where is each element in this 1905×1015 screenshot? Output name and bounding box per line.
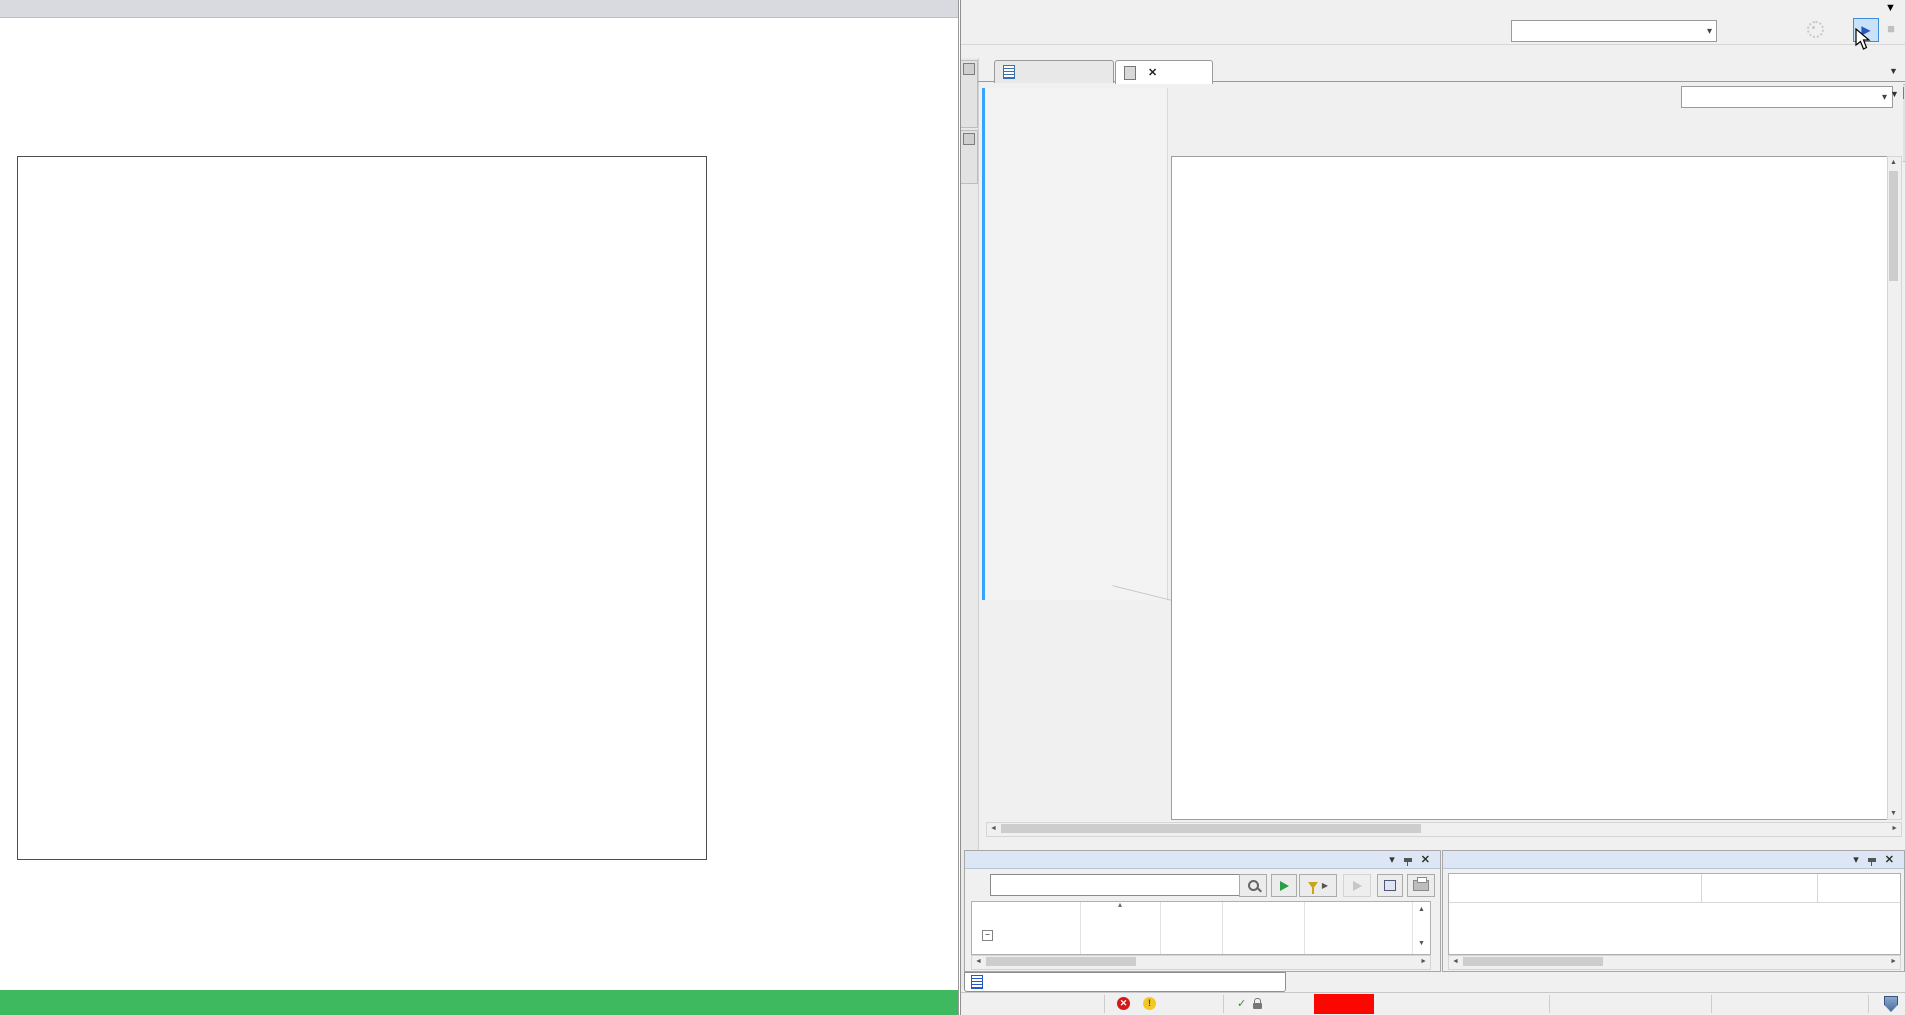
- statusbar: ✕ ! ✓: [961, 992, 1905, 1015]
- log-vertical-scrollbar[interactable]: ▲ ▼: [1887, 156, 1902, 820]
- mqtt-engine-client-window: [0, 0, 959, 1015]
- log-table: [1171, 156, 1889, 820]
- crossref-search-input[interactable]: [990, 874, 1244, 896]
- stop-icon: ■: [1887, 21, 1895, 36]
- close-icon[interactable]: ✕: [1421, 853, 1430, 866]
- scroll-left-icon[interactable]: ◄: [990, 825, 997, 832]
- chevron-down-icon: ▾: [1882, 92, 1887, 103]
- jump-button[interactable]: [1343, 874, 1371, 897]
- scroll-right-icon[interactable]: ►: [1891, 825, 1898, 832]
- search-icon: [1248, 880, 1259, 891]
- watch-panel: ▾ ✕ ◄ ►: [1442, 850, 1905, 972]
- scrollbar-thumb[interactable]: [1889, 171, 1898, 281]
- left-menubar: [0, 0, 958, 18]
- dock-tab-devices[interactable]: [961, 60, 978, 128]
- panel-icon: [1384, 880, 1396, 891]
- scroll-down-icon[interactable]: ▼: [1418, 940, 1425, 947]
- components-filter-combo[interactable]: ▾: [1681, 86, 1893, 108]
- filter-overflow-chevron-icon[interactable]: ▼: [1890, 89, 1899, 99]
- sort-asc-icon: ▴: [1118, 900, 1122, 909]
- search-button[interactable]: [1239, 874, 1267, 897]
- warning-icon: !: [1143, 997, 1156, 1010]
- tree-collapse-icon[interactable]: −: [982, 930, 993, 941]
- error-icon: ✕: [1117, 997, 1130, 1010]
- close-icon[interactable]: ✕: [1885, 853, 1894, 866]
- watch-table: [1448, 873, 1901, 955]
- close-icon[interactable]: ✕: [1148, 66, 1157, 79]
- green-arrow-icon: [1280, 881, 1289, 891]
- crossref-horizontal-scrollbar[interactable]: ◄ ►: [971, 955, 1431, 970]
- mouse-cursor: [1855, 28, 1873, 52]
- cross-reference-table: ▴ ▲ ▼ −: [971, 901, 1431, 955]
- device-sidebar: [985, 88, 1168, 600]
- status-build: ✕ !: [1113, 997, 1165, 1010]
- chevron-down-icon[interactable]: ▾: [1853, 853, 1859, 866]
- chevron-right-icon: ▶: [1322, 881, 1328, 890]
- codesys-window: ▼ ▾ ✕ ▶ ■: [960, 0, 1905, 1015]
- pous-icon: [963, 133, 975, 145]
- left-dock-strip: [961, 58, 979, 988]
- cross-reference-titlebar: ▾ ✕: [965, 851, 1440, 869]
- go-button[interactable]: [1271, 874, 1297, 897]
- cross-reference-panel: ▾ ✕ ▶ ▴: [964, 850, 1441, 972]
- devices-icon: [963, 63, 975, 75]
- status-stop-badge: [1314, 994, 1374, 1014]
- chevron-down-icon[interactable]: ▾: [1389, 853, 1395, 866]
- scrollbar-thumb[interactable]: [1001, 824, 1421, 833]
- tab-device[interactable]: ✕: [1115, 60, 1213, 84]
- pin-icon[interactable]: [1404, 858, 1412, 862]
- messages-icon: [971, 975, 983, 989]
- device-icon: [1124, 66, 1136, 80]
- page-horizontal-scrollbar[interactable]: ◄ ►: [986, 822, 1902, 837]
- gray-arrow-icon: [1353, 881, 1362, 891]
- messages-bar[interactable]: [964, 972, 1286, 992]
- funnel-icon: [1308, 882, 1318, 889]
- stop-button[interactable]: ■: [1883, 20, 1899, 36]
- toolbar: ▾ ✕ ▶ ■: [961, 16, 1905, 45]
- tab-overflow-chevron-icon[interactable]: ▼: [1889, 66, 1898, 76]
- dock-view-button[interactable]: [1377, 874, 1403, 897]
- mqtt-tag-panel: [17, 156, 707, 860]
- dock-tab-pous[interactable]: [961, 130, 978, 184]
- screen: ▼ ▾ ✕ ▶ ■: [0, 0, 1905, 1015]
- lock-icon: [1253, 1003, 1262, 1009]
- st-document-icon: [1003, 65, 1015, 79]
- watch-titlebar: ▾ ✕: [1443, 851, 1904, 869]
- trial-bar: [0, 990, 958, 1015]
- cross-reference-toolbar: ▶: [965, 873, 1440, 897]
- build-icon[interactable]: [1807, 21, 1824, 38]
- menubar: [961, 0, 1905, 16]
- chevron-down-icon: ▾: [1707, 26, 1712, 37]
- print-button[interactable]: [1407, 874, 1435, 897]
- watch-horizontal-scrollbar[interactable]: ◄ ►: [1448, 955, 1901, 970]
- filter-button[interactable]: ▶: [1299, 874, 1337, 897]
- status-precompile: ✓: [1233, 997, 1262, 1010]
- printer-icon: [1413, 880, 1429, 891]
- tab-example-st[interactable]: [994, 60, 1114, 83]
- pin-icon[interactable]: [1868, 858, 1876, 862]
- scroll-up-icon[interactable]: ▲: [1890, 159, 1897, 166]
- scroll-down-icon[interactable]: ▼: [1890, 810, 1897, 817]
- chevron-down-icon[interactable]: ▼: [1885, 2, 1896, 14]
- scroll-up-icon[interactable]: ▲: [1418, 906, 1425, 913]
- shield-icon: [1884, 996, 1898, 1012]
- active-application-combo[interactable]: ▾: [1511, 20, 1717, 42]
